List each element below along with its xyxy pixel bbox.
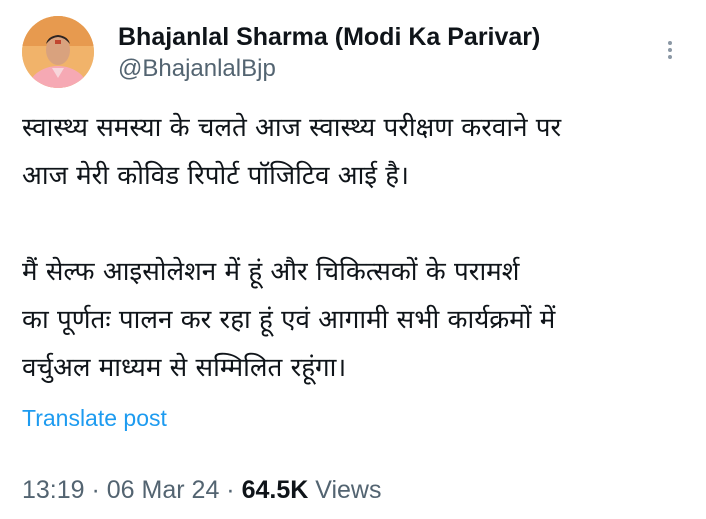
post-paragraph: स्वास्थ्य समस्या के चलते आज स्वास्थ्य पर… <box>22 113 562 191</box>
author-info: Bhajanlal Sharma (Modi Ka Parivar) @Bhaj… <box>118 22 540 84</box>
more-vertical-icon[interactable] <box>660 38 680 66</box>
more-dot <box>668 41 672 45</box>
meta-separator: · <box>219 476 242 504</box>
post-body: स्वास्थ्य समस्या के चलते आज स्वास्थ्य पर… <box>22 104 692 392</box>
meta-separator: · <box>84 476 107 504</box>
post-time[interactable]: 13:19 <box>22 476 85 504</box>
author-handle[interactable]: @BhajanlalBjp <box>118 54 540 84</box>
post-paragraph: मैं सेल्फ आइसोलेशन में हूं और चिकित्सकों… <box>22 257 556 383</box>
post-header: Bhajanlal Sharma (Modi Ka Parivar) @Bhaj… <box>22 16 682 92</box>
more-dot <box>668 55 672 59</box>
post-meta: 13:19 · 06 Mar 24 · 64.5K Views <box>22 473 381 507</box>
post-date[interactable]: 06 Mar 24 <box>107 476 220 504</box>
avatar[interactable] <box>22 16 94 88</box>
more-dot <box>668 48 672 52</box>
translate-post-link[interactable]: Translate post <box>22 402 167 434</box>
avatar-image <box>22 16 94 88</box>
views-count: 64.5K <box>241 476 309 504</box>
views-label: Views <box>315 476 382 504</box>
author-display-name[interactable]: Bhajanlal Sharma (Modi Ka Parivar) <box>118 22 540 52</box>
